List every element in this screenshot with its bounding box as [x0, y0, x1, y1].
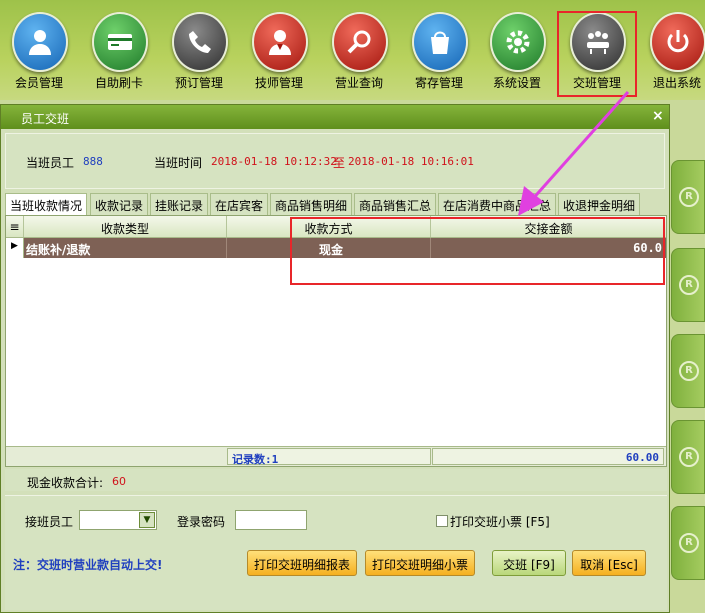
row-pointer-icon: ▶: [6, 238, 24, 258]
cell-type: 结账补/退款: [24, 238, 227, 258]
side-tab-icon: R: [679, 187, 699, 207]
print-report-button[interactable]: 打印交班明细报表: [247, 550, 357, 576]
toolbar-business-query[interactable]: 营业查询: [320, 0, 398, 98]
grid-menu-icon[interactable]: ≡: [6, 216, 24, 237]
toolbar-label: 技师管理: [254, 76, 303, 90]
highlight-box: [557, 11, 637, 97]
technician-icon: [252, 12, 308, 72]
close-icon[interactable]: ×: [652, 108, 664, 124]
print-ticket-button[interactable]: 打印交班明细小票: [365, 550, 475, 576]
side-tab-icon: R: [679, 361, 699, 381]
cash-total-value: 60: [112, 475, 126, 488]
footer-total: 60.00: [432, 448, 664, 465]
tab-receipt-records[interactable]: 收款记录: [90, 193, 149, 215]
toolbar-settings[interactable]: 系统设置: [478, 0, 556, 98]
search-icon: [332, 12, 388, 72]
gear-icon: [490, 12, 546, 72]
record-count: 记录数:1: [227, 448, 431, 466]
chevron-down-icon[interactable]: ▼: [139, 512, 155, 528]
duty-staff-label: 当班员工: [26, 156, 75, 170]
to-label: 至: [333, 156, 346, 170]
toolbar-label: 会员管理: [14, 76, 63, 90]
column-header-type[interactable]: 收款类型: [24, 216, 227, 237]
tab-credit-records[interactable]: 挂账记录: [150, 193, 209, 215]
cancel-button[interactable]: 取消 [Esc]: [572, 550, 646, 576]
toolbar-member[interactable]: 会员管理: [0, 0, 78, 98]
power-icon: [650, 12, 705, 72]
side-tab[interactable]: R: [671, 420, 705, 494]
password-input[interactable]: [235, 510, 307, 530]
side-tab[interactable]: R: [671, 160, 705, 234]
side-tab[interactable]: R: [671, 506, 705, 580]
shift-button[interactable]: 交班 [F9]: [492, 550, 566, 576]
side-tab[interactable]: R: [671, 248, 705, 322]
cash-total-bar: 现金收款合计: 60: [5, 469, 667, 491]
card-icon: [92, 12, 148, 72]
cash-total-label: 现金收款合计:: [27, 476, 104, 490]
toolbar-booking[interactable]: 预订管理: [160, 0, 238, 98]
tab-product-sales-summary[interactable]: 商品销售汇总: [354, 193, 437, 215]
toolbar-label: 预订管理: [174, 76, 223, 90]
pointer-arrow: [518, 91, 630, 216]
side-tab-icon: R: [679, 447, 699, 467]
handover-form: 接班员工 ▼ 登录密码 打印交班小票 [F5] 注：交班时营业款自动上交! 打印…: [5, 495, 667, 610]
tab-product-sales-detail[interactable]: 商品销售明细: [270, 193, 353, 215]
toolbar-self-card[interactable]: 自助刷卡: [80, 0, 158, 98]
side-tab-icon: R: [679, 275, 699, 295]
toolbar-exit[interactable]: 退出系统: [638, 0, 705, 98]
print-ticket-checkbox[interactable]: [436, 515, 448, 527]
end-time: 2018-01-18 10:16:01: [348, 155, 474, 168]
side-tab[interactable]: R: [671, 334, 705, 408]
handover-note: 注：交班时营业款自动上交!: [13, 558, 163, 572]
phone-icon: [172, 12, 228, 72]
bag-icon: [412, 12, 468, 72]
receiver-label: 接班员工: [25, 515, 74, 529]
toolbar-storage[interactable]: 寄存管理: [400, 0, 478, 98]
grid-footer: 记录数:1 60.00: [6, 446, 666, 466]
toolbar-label: 寄存管理: [414, 76, 463, 90]
receiver-select[interactable]: ▼: [79, 510, 157, 530]
highlight-box: [290, 217, 665, 285]
toolbar-label: 系统设置: [492, 76, 541, 90]
main-toolbar: 会员管理 自助刷卡 预订管理 技师管理 营业查询 寄存管理 系统设置 交班管理 …: [0, 0, 705, 100]
toolbar-label: 退出系统: [652, 76, 701, 90]
member-icon: [12, 12, 68, 72]
duty-staff-value: 888: [83, 155, 103, 168]
side-tab-icon: R: [679, 533, 699, 553]
password-label: 登录密码: [177, 515, 226, 529]
print-ticket-label: 打印交班小票 [F5]: [450, 515, 550, 529]
duty-time-label: 当班时间: [154, 156, 203, 170]
toolbar-label: 营业查询: [334, 76, 383, 90]
toolbar-technician[interactable]: 技师管理: [240, 0, 318, 98]
tab-guests-in-store[interactable]: 在店宾客: [210, 193, 269, 215]
toolbar-label: 自助刷卡: [94, 76, 143, 90]
dialog-title: 员工交班: [21, 112, 70, 126]
tab-current-receipts[interactable]: 当班收款情况: [5, 193, 88, 216]
start-time: 2018-01-18 10:12:32: [211, 155, 337, 168]
